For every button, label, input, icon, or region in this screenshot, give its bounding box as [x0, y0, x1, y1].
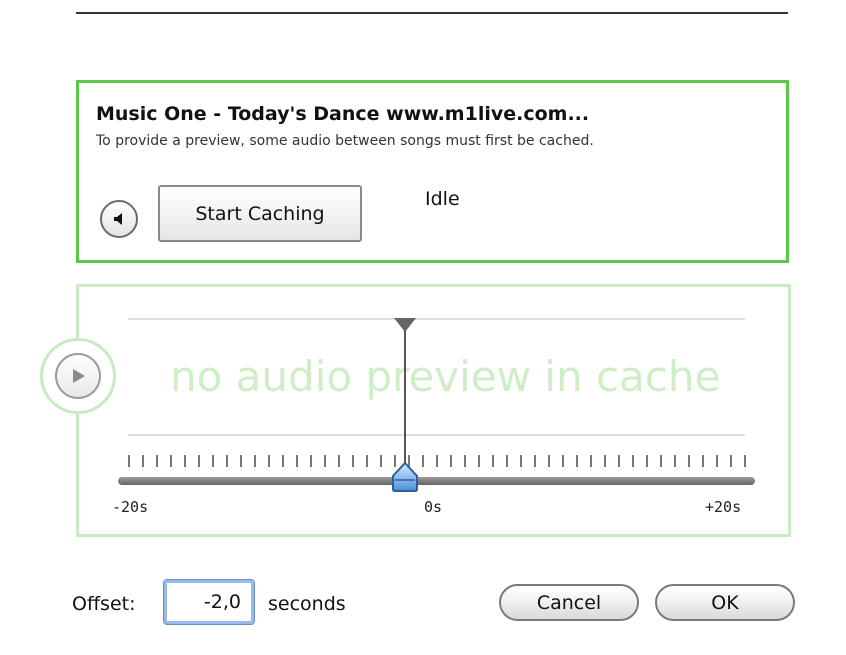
caching-status: Idle: [425, 188, 460, 210]
stream-title: Music One - Today's Dance www.m1live.com…: [96, 103, 590, 125]
start-caching-button[interactable]: Start Caching: [158, 185, 362, 242]
stream-panel: Music One - Today's Dance www.m1live.com…: [76, 80, 789, 263]
play-icon: [73, 369, 85, 383]
offset-input[interactable]: [163, 579, 255, 625]
timeline-ticks: [128, 455, 748, 467]
stream-description: To provide a preview, some audio between…: [96, 133, 594, 149]
window-top-edge: [76, 12, 788, 14]
playhead-line: [404, 330, 406, 474]
axis-label-min: -20s: [112, 498, 149, 516]
speaker-icon: [114, 213, 122, 225]
cancel-button[interactable]: Cancel: [499, 584, 639, 621]
play-button-ring: [40, 338, 116, 414]
speaker-button[interactable]: [100, 200, 138, 238]
preview-bottom-rule: [128, 434, 745, 436]
offset-slider-handle[interactable]: [390, 462, 420, 492]
no-preview-message: no audio preview in cache: [170, 352, 721, 401]
offset-unit-label: seconds: [268, 593, 346, 615]
play-button[interactable]: [55, 353, 101, 399]
preview-top-rule: [128, 318, 745, 320]
offset-label: Offset:: [72, 593, 136, 615]
ok-button[interactable]: OK: [655, 584, 795, 621]
axis-label-max: +20s: [705, 498, 742, 516]
axis-label-zero: 0s: [424, 498, 443, 516]
timeline-track[interactable]: [118, 477, 755, 485]
